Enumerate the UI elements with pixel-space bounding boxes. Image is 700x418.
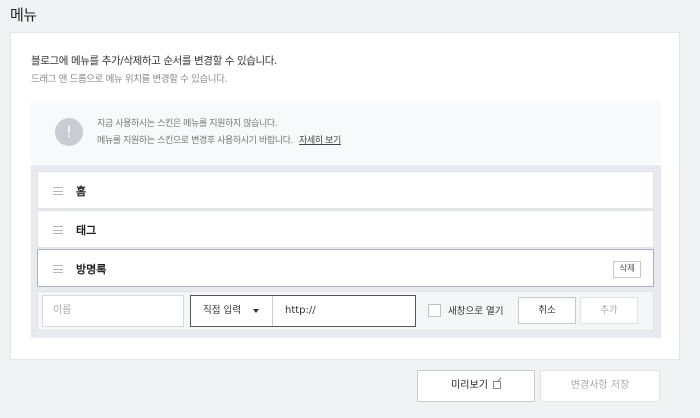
skin-notice: ! 지금 사용하시는 스킨은 메뉴를 지원하지 않습니다. 메뉴를 지원하는 스…: [31, 101, 661, 163]
new-window-checkbox[interactable]: [428, 304, 441, 317]
menu-item-label: 홈: [76, 185, 87, 198]
add-button[interactable]: 추가: [580, 297, 638, 324]
menu-item-label: 방명록: [76, 263, 107, 276]
drag-handle-icon[interactable]: [53, 265, 63, 273]
preview-label: 미리보기: [451, 380, 488, 391]
menu-item-tag[interactable]: 태그: [37, 210, 654, 248]
add-menu-row: 이름 직접 입력 http:// 새창으로 열기 취소 추가: [37, 291, 654, 331]
description-main: 블로그에 메뉴를 추가/삭제하고 순서를 변경할 수 있습니다.: [31, 55, 277, 67]
name-input[interactable]: 이름: [42, 295, 184, 327]
details-link[interactable]: 자세히 보기: [299, 136, 341, 146]
external-link-icon: [492, 381, 501, 389]
delete-button[interactable]: 삭제: [613, 261, 641, 278]
page-title: 메뉴: [10, 6, 37, 24]
notice-line-1: 지금 사용하시는 스킨은 메뉴를 지원하지 않습니다.: [97, 119, 278, 129]
menu-item-label: 태그: [76, 224, 97, 237]
preview-button[interactable]: 미리보기: [417, 370, 535, 402]
drag-handle-icon[interactable]: [53, 187, 63, 195]
link-type-value: 직접 입력: [203, 305, 241, 316]
exclamation-icon: !: [55, 118, 83, 146]
url-input[interactable]: http://: [285, 296, 316, 326]
menu-item-home[interactable]: 홈: [37, 171, 654, 209]
url-input-group: 직접 입력 http://: [190, 295, 416, 327]
save-changes-button[interactable]: 변경사항 저장: [540, 370, 660, 402]
notice-line-2-text: 메뉴를 지원하는 스킨으로 변경후 사용하시기 바랍니다.: [97, 136, 294, 146]
link-type-select[interactable]: 직접 입력: [191, 296, 273, 326]
notice-line-2: 메뉴를 지원하는 스킨으로 변경후 사용하시기 바랍니다. 자세히 보기: [97, 133, 341, 146]
menu-list: 홈 태그 방명록 삭제 이름 직접 입력 http:// 새창으로 열기 취소 …: [31, 165, 661, 338]
description-sub: 드래그 앤 드롭으로 메뉴 위치를 변경할 수 있습니다.: [31, 74, 228, 85]
caret-down-icon: [253, 309, 259, 313]
menu-settings-card: 블로그에 메뉴를 추가/삭제하고 순서를 변경할 수 있습니다. 드래그 앤 드…: [10, 32, 680, 360]
new-window-label[interactable]: 새창으로 열기: [448, 303, 503, 317]
cancel-button[interactable]: 취소: [518, 297, 576, 324]
menu-item-guestbook[interactable]: 방명록 삭제: [37, 249, 654, 287]
drag-handle-icon[interactable]: [53, 226, 63, 234]
